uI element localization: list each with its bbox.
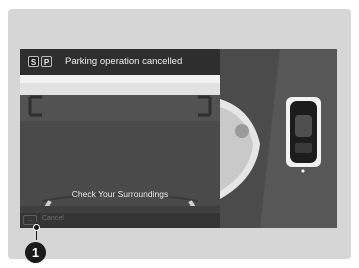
parking-display: S P Parking operation cancelled Check Yo… <box>20 49 337 228</box>
own-car-marker <box>301 169 305 173</box>
callout-badge: 1 <box>25 242 46 263</box>
camera-far-ground <box>20 95 220 121</box>
top-down-view <box>220 49 337 228</box>
sonar-icon: S <box>28 56 39 67</box>
own-car-rear-window <box>295 143 312 153</box>
own-car-roof <box>295 115 312 137</box>
cancel-label[interactable]: Cancel <box>42 215 64 222</box>
bottom-bar: ... Cancel <box>20 213 220 228</box>
callout-dot <box>33 224 40 231</box>
status-icons: S P <box>28 56 52 67</box>
status-message: Parking operation cancelled <box>65 56 183 67</box>
adjacent-car-wheel <box>235 124 249 138</box>
camera-sky-band <box>20 75 220 83</box>
check-surroundings-text: Check Your Surroundings <box>71 189 169 199</box>
status-bar: S P Parking operation cancelled <box>20 49 220 75</box>
camera-pane: S P Parking operation cancelled Check Yo… <box>20 49 220 228</box>
parking-p-icon: P <box>41 56 52 67</box>
rear-camera-view <box>20 75 220 206</box>
camera-horizon <box>20 83 220 95</box>
